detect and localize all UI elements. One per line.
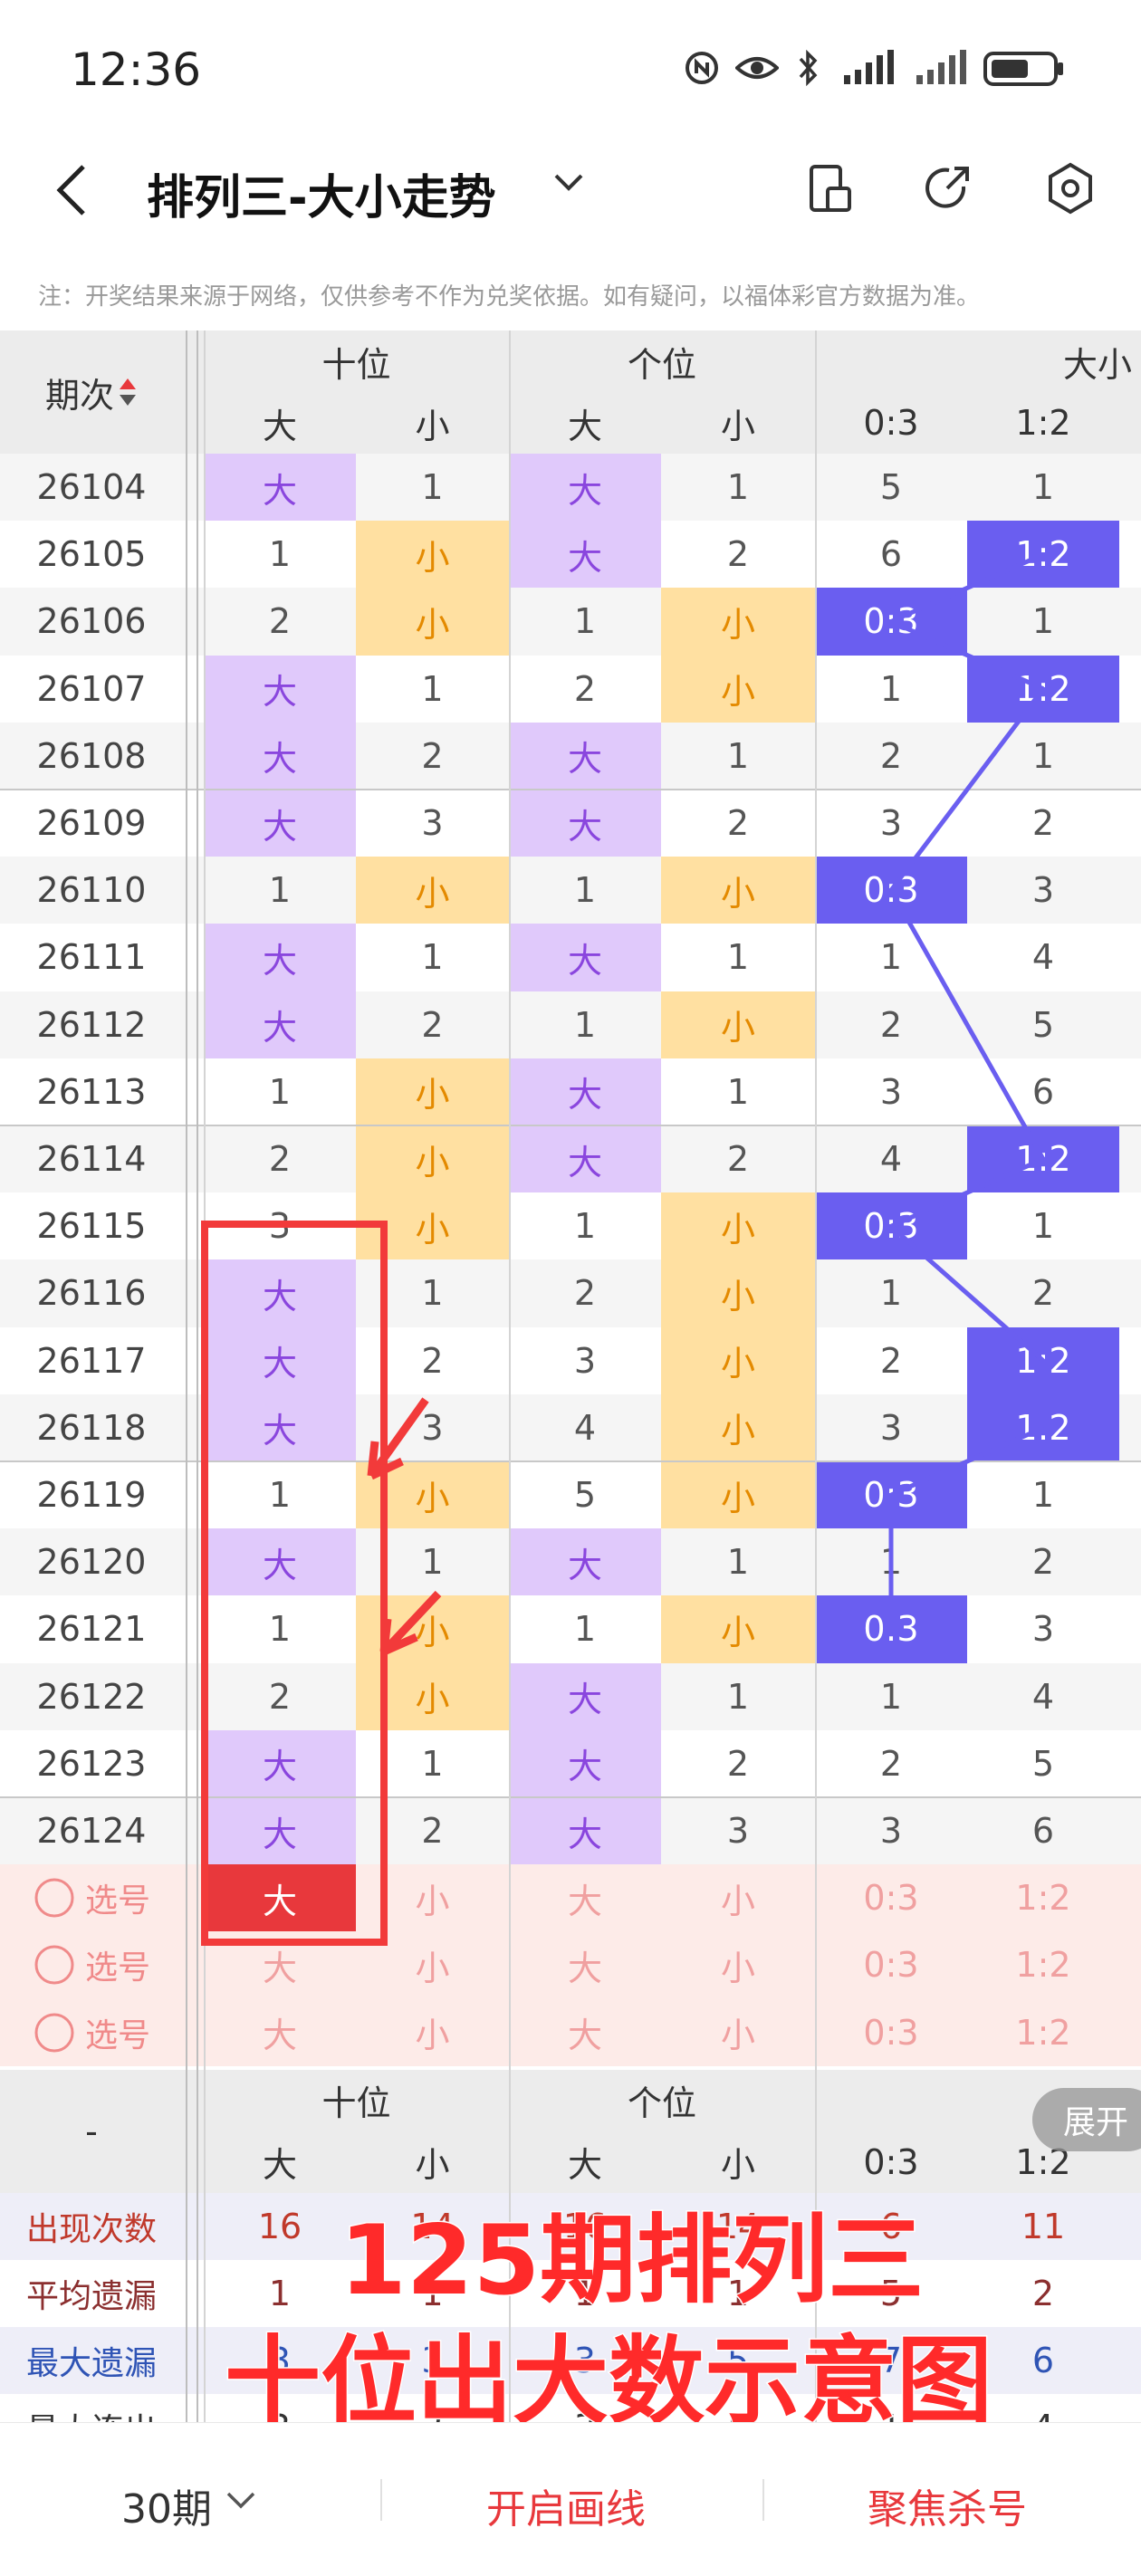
arrow-2 [379,1590,442,1656]
focus-kill-button[interactable]: 聚焦杀号 [868,2476,1027,2534]
period-selector[interactable]: 30期 [121,2476,212,2534]
highlight-box [201,1221,388,1946]
divider [762,2479,764,2521]
overlay-caption-1: 125期排列三 [338,2204,925,2318]
period-chevron-icon[interactable] [225,2490,257,2512]
draw-line-button[interactable]: 开启画线 [486,2476,646,2534]
divider [380,2479,382,2521]
arrow-1 [367,1397,429,1480]
